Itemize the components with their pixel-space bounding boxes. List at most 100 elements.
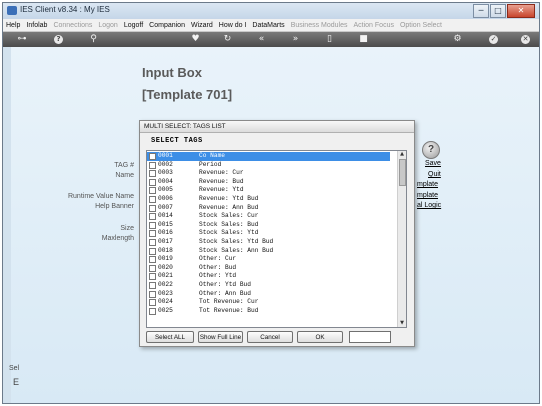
search-icon[interactable]: ⚲ [87,33,100,46]
item-checkbox[interactable] [149,230,156,238]
menu-item-datamarts[interactable]: DataMarts [252,22,284,29]
list-item[interactable]: 0021 Other: Ytd [147,272,390,281]
list-item[interactable]: 0022 Other: Ytd Bud [147,281,390,290]
item-name: Co Name [199,152,225,159]
menu-item-action-focus[interactable]: Action Focus [354,22,394,29]
cancel-button[interactable]: Cancel [247,331,293,343]
item-checkbox[interactable] [149,247,156,255]
template-link-1[interactable]: mplate [417,181,438,188]
help-icon[interactable]: ? [54,35,63,44]
menu-item-connections[interactable]: Connections [53,22,92,29]
item-code: 0007 [158,203,173,211]
item-checkbox[interactable] [149,239,156,246]
stop-icon[interactable]: ■ [357,33,370,46]
item-code: 0022 [158,281,173,288]
item-code: 0019 [158,255,173,263]
close-button[interactable]: ✕ [507,4,535,18]
item-checkbox[interactable] [149,204,156,212]
list-item[interactable]: 0023 Other: Ann Bud [147,290,390,299]
key-icon[interactable]: ⊶ [11,33,33,46]
list-item[interactable]: 0019 Other: Cur [147,255,390,264]
list-item[interactable]: 0018 Stock Sales: Ann Bud [147,247,390,256]
item-checkbox[interactable] [149,221,156,229]
item-checkbox[interactable] [149,307,156,315]
item-checkbox[interactable] [149,213,156,221]
menu-item-business-modules[interactable]: Business Modules [291,22,348,29]
item-checkbox[interactable] [149,256,156,264]
list-item[interactable]: 0024 Tot Revenue: Cur [147,298,390,307]
select-all-button[interactable]: Select ALL [146,331,194,343]
list-item[interactable]: 0017 Stock Sales: Ytd Bud [147,238,390,247]
item-checkbox[interactable] [149,153,156,160]
gear-icon[interactable]: ⚙ [451,33,464,46]
item-name: Other: Bud [199,263,237,271]
item-checkbox[interactable] [149,178,156,186]
list-item[interactable]: 0003 Revenue: Cur [147,169,390,178]
forward-icon[interactable]: » [289,33,302,46]
menu-item-infolab[interactable]: Infolab [26,22,47,29]
save-link[interactable]: Save [425,160,441,167]
back-icon[interactable]: « [255,33,268,46]
item-name: Revenue: Bud [199,177,244,185]
field-label-tag: TAG # [114,162,134,169]
list-item[interactable]: 0006 Revenue: Ytd Bud [147,195,390,204]
template-link-2[interactable]: mplate [417,192,438,199]
list-item[interactable]: 0016 Stock Sales: Ytd [147,229,390,238]
item-checkbox[interactable] [149,299,156,307]
list-item[interactable]: 0007 Revenue: Ann Bud [147,204,390,213]
tags-listbox[interactable]: ▲ ▼ 0001 Co Name 0002 Period 0003 Revenue: Cu… [146,150,407,328]
item-code: 0021 [158,272,173,280]
vertical-scrollbar[interactable]: ▲ ▼ [397,151,406,327]
list-item[interactable]: 0002 Period [147,161,390,170]
list-item[interactable]: 0020 Other: Bud [147,264,390,273]
item-name: Other: Ann Bud [199,289,251,297]
menu-item-logoff[interactable]: Logoff [124,22,143,29]
menu-item-how-do-i[interactable]: How do I [219,22,247,29]
list-item[interactable]: 0004 Revenue: Bud [147,178,390,187]
check-icon[interactable]: ✓ [489,35,498,44]
list-item[interactable]: 0014 Stock Sales: Cur [147,212,390,221]
document-icon[interactable]: ▯ [323,33,336,46]
item-name: Stock Sales: Cur [199,212,259,220]
toolbar: ⊶ ? ⚲ ♥ ↻ « » ▯ ■ ⚙ ✓ ✕ [3,32,539,47]
main-content: Input Box [Template 701] TAG # Name Runt… [3,47,539,403]
show-full-line-button[interactable]: Show Full Line [198,331,243,343]
help-button[interactable]: ? [422,141,440,159]
menu-item-option-select[interactable]: Option Select [400,22,442,29]
maximize-button[interactable]: □ [490,4,506,18]
item-checkbox[interactable] [149,170,156,178]
item-checkbox[interactable] [149,264,156,272]
list-item[interactable]: 0015 Stock Sales: Bud [147,221,390,230]
quit-link[interactable]: Quit [428,171,441,178]
list-item[interactable]: 0001 Co Name [147,152,390,161]
dialog-input[interactable] [349,331,391,343]
item-checkbox[interactable] [149,290,156,298]
item-checkbox[interactable] [149,187,156,195]
close-icon[interactable]: ✕ [521,35,530,44]
menu-item-logon[interactable]: Logon [98,22,117,29]
ok-button[interactable]: OK [297,331,343,343]
menu-item-help[interactable]: Help [6,22,20,29]
menu-bar: Help Infolab Connections Logon Logoff Compani… [3,19,539,32]
item-name: Revenue: Ann Bud [199,203,259,211]
item-code: 0023 [158,289,173,297]
menu-item-wizard[interactable]: Wizard [191,22,213,29]
item-checkbox[interactable] [149,282,156,289]
scroll-down-icon[interactable]: ▼ [398,320,406,327]
dialog-heading: SELECT TAGS [151,137,203,145]
scroll-thumb[interactable] [399,159,406,186]
heart-icon[interactable]: ♥ [189,33,202,46]
logic-link[interactable]: al Logic [417,202,441,209]
item-code: 0018 [158,246,173,254]
scroll-up-icon[interactable]: ▲ [398,151,406,158]
item-name: Other: Ytd [199,272,237,280]
item-checkbox[interactable] [149,161,156,169]
item-checkbox[interactable] [149,273,156,281]
list-item[interactable]: 0005 Revenue: Ytd [147,186,390,195]
list-item[interactable]: 0025 Tot Revenue: Bud [147,307,390,316]
refresh-icon[interactable]: ↻ [221,33,234,46]
minimize-button[interactable]: ─ [473,4,489,18]
menu-item-companion[interactable]: Companion [149,22,185,29]
item-checkbox[interactable] [149,196,156,203]
page-subtitle: [Template 701] [142,87,233,102]
